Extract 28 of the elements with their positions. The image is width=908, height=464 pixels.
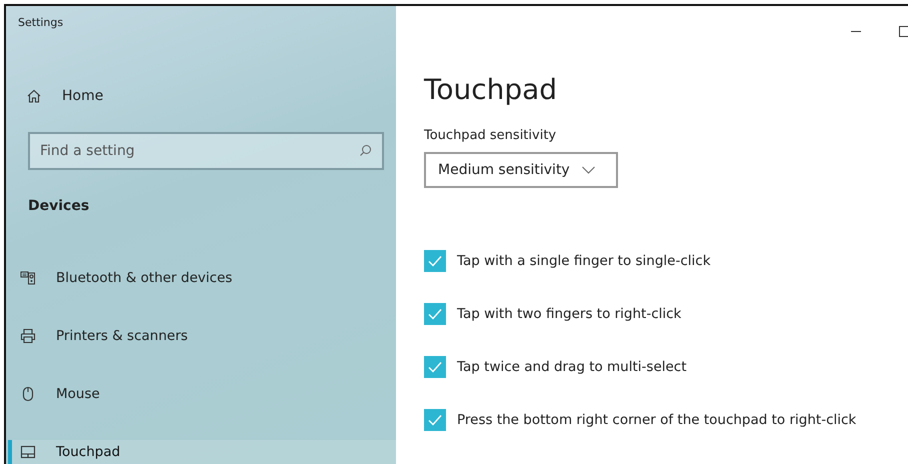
- nav-item[interactable]: Bluetooth & other devices: [8, 266, 396, 290]
- maximize-button[interactable]: [897, 24, 908, 38]
- maximize-icon: [899, 26, 908, 36]
- chevron-icon: [582, 166, 595, 174]
- home-link[interactable]: Home: [14, 78, 104, 114]
- window-title: Settings: [17, 15, 64, 31]
- touchpad-icon: [20, 444, 36, 460]
- devices-icon: [20, 270, 36, 286]
- sensitivity-dropdown[interactable]: Medium sensitivity: [424, 152, 618, 188]
- checkbox-option[interactable]: Tap with two fingers to right-click: [424, 303, 908, 325]
- checkbox-option[interactable]: Press the bottom right corner of the touchpad to right-click: [424, 409, 908, 431]
- mouse-icon: [20, 386, 36, 402]
- checkbox-option[interactable]: Tap with a single finger to single-click: [424, 250, 908, 272]
- section-heading: Devices: [28, 198, 90, 214]
- nav-item[interactable]: Printers & scanners: [8, 324, 396, 348]
- nav-item[interactable]: Mouse: [8, 382, 396, 406]
- home-icon: [26, 88, 42, 104]
- search-icon: [359, 144, 372, 157]
- printer-icon: [20, 328, 36, 344]
- page-title: Touchpad: [424, 76, 558, 104]
- search-field[interactable]: Find a setting: [28, 132, 384, 170]
- checkbox[interactable]: [424, 409, 446, 431]
- checkbox[interactable]: [424, 250, 446, 272]
- sensitivity-label: Touchpad sensitivity: [424, 128, 558, 143]
- checkbox[interactable]: [424, 303, 446, 325]
- nav-item[interactable]: Touchpad: [8, 440, 396, 464]
- checkbox-option[interactable]: Tap twice and drag to multi-select: [424, 356, 908, 378]
- checkbox[interactable]: [424, 356, 446, 378]
